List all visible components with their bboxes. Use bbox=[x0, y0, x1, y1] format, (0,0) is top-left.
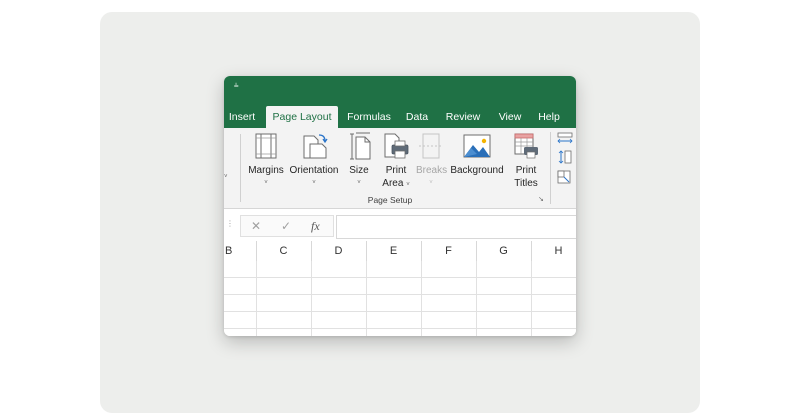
column-header-d[interactable]: D bbox=[311, 241, 366, 261]
orientation-label: Orientation bbox=[289, 165, 339, 176]
background-button[interactable]: Background bbox=[448, 130, 506, 192]
enter-icon[interactable]: ✓ bbox=[281, 219, 291, 233]
breaks-button[interactable]: Breaks ˅ bbox=[416, 130, 448, 192]
tab-page-layout[interactable]: Page Layout bbox=[266, 106, 338, 128]
column-line bbox=[366, 261, 367, 336]
orientation-icon bbox=[303, 134, 328, 159]
cell-grid[interactable] bbox=[224, 261, 576, 336]
size-label: Size bbox=[349, 165, 369, 176]
print-area-label-line1: Print bbox=[385, 165, 407, 176]
chevron-down-icon: ˅ bbox=[312, 180, 316, 186]
column-header-h[interactable]: H bbox=[531, 241, 576, 261]
column-line bbox=[531, 261, 532, 336]
group-separator bbox=[240, 134, 241, 202]
row-line bbox=[224, 294, 576, 295]
print-area-label-text: Area bbox=[382, 178, 404, 189]
group-separator bbox=[550, 132, 551, 204]
customize-quick-access-icon[interactable]: ⫨ bbox=[234, 80, 239, 90]
page-setup-group-label: Page Setup bbox=[367, 195, 413, 205]
print-titles-label-line2: Titles bbox=[514, 178, 538, 189]
column-headers: B C D E F G H bbox=[224, 241, 576, 262]
column-header-c[interactable]: C bbox=[256, 241, 311, 261]
column-line bbox=[476, 261, 477, 336]
tab-review[interactable]: Review bbox=[442, 106, 484, 128]
truncated-dropdown-icon[interactable]: ˅ bbox=[224, 174, 228, 180]
column-line bbox=[311, 261, 312, 336]
breaks-icon bbox=[419, 133, 443, 159]
excel-window: ⫨ Insert Page Layout Formulas Data Revie… bbox=[224, 76, 576, 336]
margins-button[interactable]: Margins ˅ bbox=[246, 130, 286, 192]
title-bar: ⫨ Insert Page Layout Formulas Data Revie… bbox=[224, 76, 576, 128]
chevron-down-icon: ˅ bbox=[429, 180, 433, 186]
print-titles-icon bbox=[514, 133, 538, 159]
size-button[interactable]: Size ˅ bbox=[344, 130, 374, 192]
tab-data[interactable]: Data bbox=[402, 106, 432, 128]
print-titles-label-line1: Print bbox=[515, 165, 537, 176]
formula-input[interactable] bbox=[336, 215, 576, 239]
tab-help[interactable]: Help bbox=[534, 106, 564, 128]
print-area-button[interactable]: Print Area ˅ bbox=[376, 130, 416, 194]
column-header-b[interactable]: B bbox=[224, 241, 257, 261]
tab-formulas[interactable]: Formulas bbox=[344, 106, 394, 128]
column-line bbox=[256, 261, 257, 336]
margins-icon bbox=[255, 133, 277, 159]
breaks-label: Breaks bbox=[416, 165, 448, 176]
dialog-launcher-icon[interactable]: ↘ bbox=[538, 195, 544, 203]
column-header-e[interactable]: E bbox=[366, 241, 421, 261]
size-icon bbox=[350, 132, 371, 160]
tab-insert[interactable]: Insert bbox=[224, 106, 260, 128]
formula-buttons: ✕ ✓ fx bbox=[240, 215, 334, 237]
chevron-down-icon: ˅ bbox=[357, 180, 361, 186]
insert-function-icon[interactable]: fx bbox=[311, 219, 320, 234]
chevron-down-icon: ˅ bbox=[406, 182, 410, 188]
row-line bbox=[224, 311, 576, 312]
orientation-button[interactable]: Orientation ˅ bbox=[286, 130, 342, 192]
row-line bbox=[224, 277, 576, 278]
drag-handle-icon[interactable]: ⋮ bbox=[226, 219, 234, 228]
print-titles-button[interactable]: Print Titles bbox=[508, 130, 544, 194]
width-icon[interactable] bbox=[557, 132, 573, 144]
background-icon bbox=[463, 134, 491, 158]
print-area-icon bbox=[384, 133, 409, 159]
print-area-label-line2: Area ˅ bbox=[376, 177, 416, 192]
column-line bbox=[421, 261, 422, 336]
background-label: Background bbox=[450, 165, 504, 176]
row-line bbox=[224, 328, 576, 329]
cancel-icon[interactable]: ✕ bbox=[251, 219, 261, 233]
height-icon[interactable] bbox=[557, 150, 573, 164]
tab-view[interactable]: View bbox=[494, 106, 526, 128]
margins-label: Margins bbox=[248, 165, 284, 176]
scale-icon[interactable] bbox=[557, 170, 573, 184]
column-header-f[interactable]: F bbox=[421, 241, 476, 261]
column-header-g[interactable]: G bbox=[476, 241, 531, 261]
formula-bar: ⋮ ✕ ✓ fx bbox=[224, 209, 576, 242]
chevron-down-icon: ˅ bbox=[264, 180, 268, 186]
